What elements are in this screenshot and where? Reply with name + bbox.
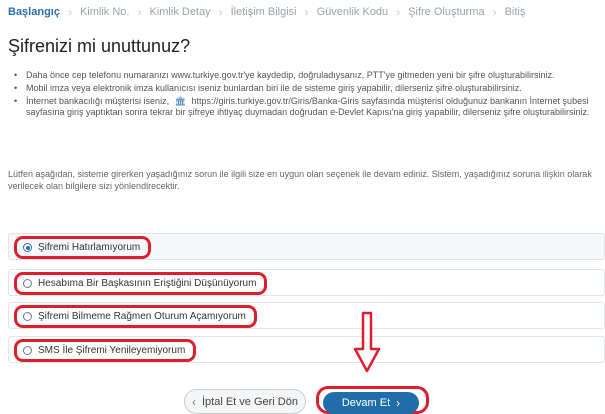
radio-button[interactable] [23,312,32,321]
continue-button-label: Devam Et [341,397,391,409]
breadcrumb-step-contact: İletişim Bilgisi [230,6,297,18]
option-label: SMS İle Şifremi Yenileyemiyorum [38,345,186,356]
chevron-right-icon: › [304,5,309,19]
chevron-right-icon: › [396,5,401,19]
breadcrumb-step-finish: Bitiş [504,6,526,18]
bank-icon: 🏛 [174,96,187,106]
option-cannot-login[interactable]: Şifremi Bilmeme Rağmen Oturum Açamıyorum [14,305,257,328]
bullet-banking-text-before: İnternet bankacılığı müşterisi iseniz, [26,96,170,106]
option-forgot-password[interactable]: Şifremi Hatırlamıyorum [14,236,152,259]
chevron-right-icon: › [137,5,142,19]
bank-login-link[interactable]: https://giris.turkiye.gov.tr/Giris/Banka… [192,96,359,106]
breadcrumb-step-security-code: Güvenlik Kodu [316,6,389,18]
cancel-and-back-button[interactable]: ‹ İptal Et ve Geri Dön [184,389,306,414]
chevron-left-icon: ‹ [192,394,196,409]
option-label: Şifremi Hatırlamıyorum [38,242,141,253]
option-row-sms-renew[interactable]: SMS İle Şifremi Yenileyemiyorum [8,336,605,363]
chevron-right-icon: › [218,5,223,19]
chevron-right-icon: › [396,396,401,410]
option-row-forgot-password[interactable]: Şifremi Hatırlamıyorum [8,233,605,260]
radio-button-checked[interactable] [23,243,32,252]
bullet-phone: Daha önce cep telefonu numaranızı www.tu… [14,70,594,81]
info-bullet-list: Daha önce cep telefonu numaranızı www.tu… [14,70,594,120]
option-account-accessed[interactable]: Hesabıma Bir Başkasının Eriştiğini Düşün… [14,272,268,295]
instruction-text: Lütfen aşağıdan, sisteme girerken yaşadı… [8,169,592,191]
continue-button-highlight: Devam Et › [316,386,429,414]
bullet-internet-banking: İnternet bankacılığı müşterisi iseniz, 🏛… [14,96,594,118]
radio-button[interactable] [23,279,32,288]
continue-button[interactable]: Devam Et › [323,392,419,414]
cancel-button-label: İptal Et ve Geri Dön [202,395,298,408]
page-title: Şifrenizi mi unuttunuz? [8,36,191,56]
breadcrumb: Başlangıç › Kimlik No. › Kimlik Detay › … [8,4,525,20]
bullet-mobile-signature: Mobil imza veya elektronik imza kullanıc… [14,83,594,94]
breadcrumb-step-create-password: Şifre Oluşturma [408,6,485,18]
breadcrumb-step-start: Başlangıç [8,6,60,18]
chevron-right-icon: › [492,5,497,19]
option-label: Şifremi Bilmeme Rağmen Oturum Açamıyorum [38,311,246,322]
breadcrumb-step-id-detail: Kimlik Detay [149,6,211,18]
breadcrumb-step-id-no: Kimlik No. [79,6,130,18]
option-sms-renew[interactable]: SMS İle Şifremi Yenileyemiyorum [14,339,197,362]
down-arrow-annotation-icon [353,311,381,373]
radio-button[interactable] [23,346,32,355]
option-row-cannot-login[interactable]: Şifremi Bilmeme Rağmen Oturum Açamıyorum [8,302,605,329]
option-row-account-accessed[interactable]: Hesabıma Bir Başkasının Eriştiğini Düşün… [8,269,605,296]
option-label: Hesabıma Bir Başkasının Eriştiğini Düşün… [38,278,257,289]
chevron-right-icon: › [67,5,72,19]
